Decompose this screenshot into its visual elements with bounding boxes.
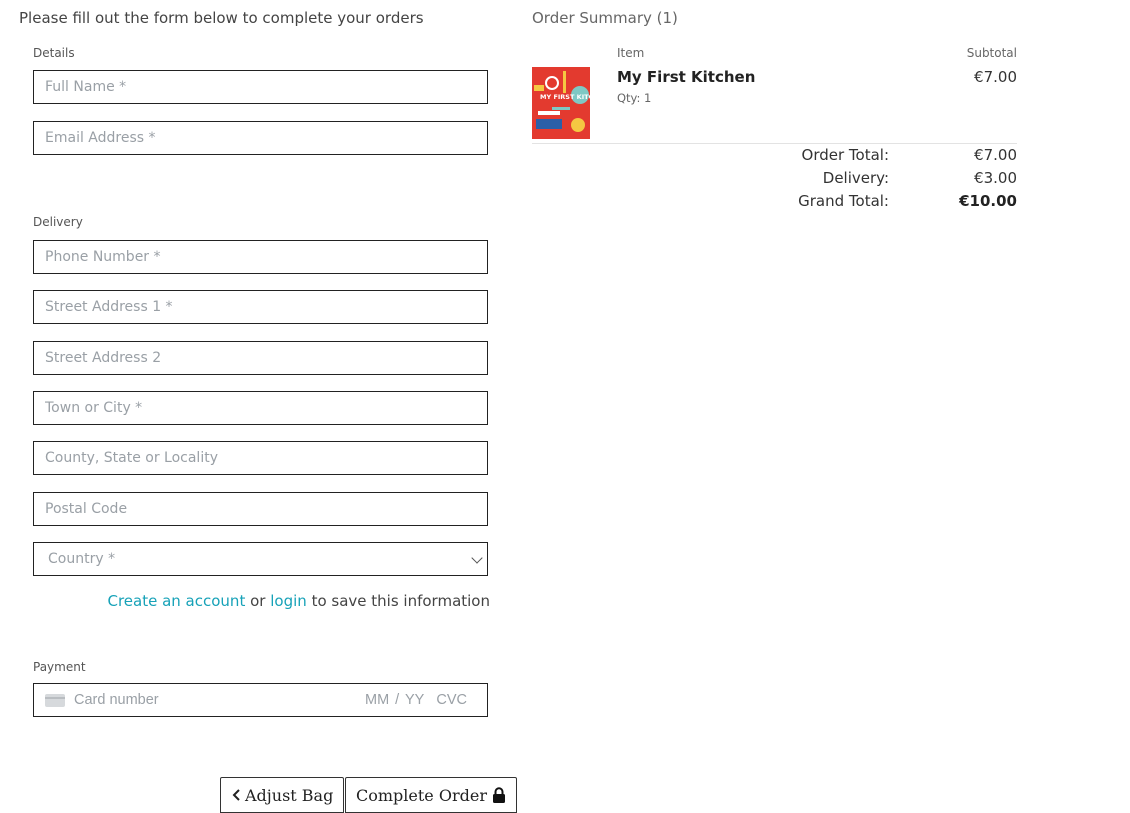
login-link[interactable]: login	[270, 592, 307, 610]
town-city-field[interactable]	[33, 391, 488, 425]
delivery-cost-value: €3.00	[974, 169, 1017, 187]
product-thumbnail[interactable]: MY FIRST KITCHEN	[532, 67, 590, 139]
form-instructions: Please fill out the form below to comple…	[19, 9, 424, 27]
full-name-field[interactable]	[33, 70, 488, 104]
save-info-line: Create an account or login to save this …	[0, 592, 490, 610]
county-field[interactable]	[33, 441, 488, 475]
street-address-2-input[interactable]	[34, 342, 487, 374]
delivery-label: Delivery	[33, 215, 83, 229]
adjust-bag-button[interactable]: Adjust Bag	[220, 777, 345, 813]
country-select[interactable]: Country *	[34, 543, 487, 575]
delivery-cost-label: Delivery:	[822, 169, 889, 187]
town-city-input[interactable]	[34, 392, 487, 424]
subtotal-column-header: Subtotal	[966, 46, 1017, 60]
item-column-header: Item	[617, 46, 645, 60]
book-cover-text: MY FIRST KITCHEN	[540, 93, 590, 101]
product-name[interactable]: My First Kitchen	[617, 68, 755, 86]
card-element[interactable]: Card number MM / YY CVC	[33, 683, 488, 717]
street-address-1-input[interactable]	[34, 291, 487, 323]
create-account-link[interactable]: Create an account	[107, 592, 245, 610]
card-number-placeholder[interactable]: Card number	[74, 692, 159, 708]
full-name-input[interactable]	[34, 71, 487, 103]
street-address-2-field[interactable]	[33, 341, 488, 375]
adjust-bag-label: Adjust Bag	[245, 786, 334, 805]
email-input[interactable]	[34, 122, 487, 154]
card-expiry-cvc[interactable]: MM / YY CVC	[365, 692, 467, 708]
postal-code-field[interactable]	[33, 492, 488, 526]
order-summary-title: Order Summary (1)	[532, 9, 678, 27]
chevron-left-icon	[232, 789, 240, 801]
email-field[interactable]	[33, 121, 488, 155]
complete-order-button[interactable]: Complete Order	[345, 777, 518, 813]
grand-total-label: Grand Total:	[798, 192, 889, 210]
save-suffix-text: to save this information	[311, 592, 490, 610]
book-cover-image: MY FIRST KITCHEN	[532, 67, 590, 139]
credit-card-icon	[45, 694, 65, 707]
postal-code-input[interactable]	[34, 493, 487, 525]
save-or-text: or	[250, 592, 266, 610]
complete-order-label: Complete Order	[356, 786, 487, 805]
phone-input[interactable]	[34, 241, 487, 273]
phone-field[interactable]	[33, 240, 488, 274]
card-cvc-placeholder[interactable]: CVC	[436, 692, 467, 708]
grand-total-value: €10.00	[959, 192, 1017, 210]
summary-divider	[532, 143, 1017, 144]
product-subtotal: €7.00	[974, 68, 1017, 86]
card-expiry-placeholder[interactable]: MM / YY	[365, 692, 424, 708]
order-total-value: €7.00	[974, 146, 1017, 164]
lock-icon	[493, 787, 506, 803]
order-total-label: Order Total:	[801, 146, 889, 164]
product-quantity: Qty: 1	[617, 91, 652, 105]
country-select-field[interactable]: Country *	[33, 542, 488, 576]
details-label: Details	[33, 46, 75, 60]
street-address-1-field[interactable]	[33, 290, 488, 324]
payment-label: Payment	[33, 660, 86, 674]
county-input[interactable]	[34, 442, 487, 474]
